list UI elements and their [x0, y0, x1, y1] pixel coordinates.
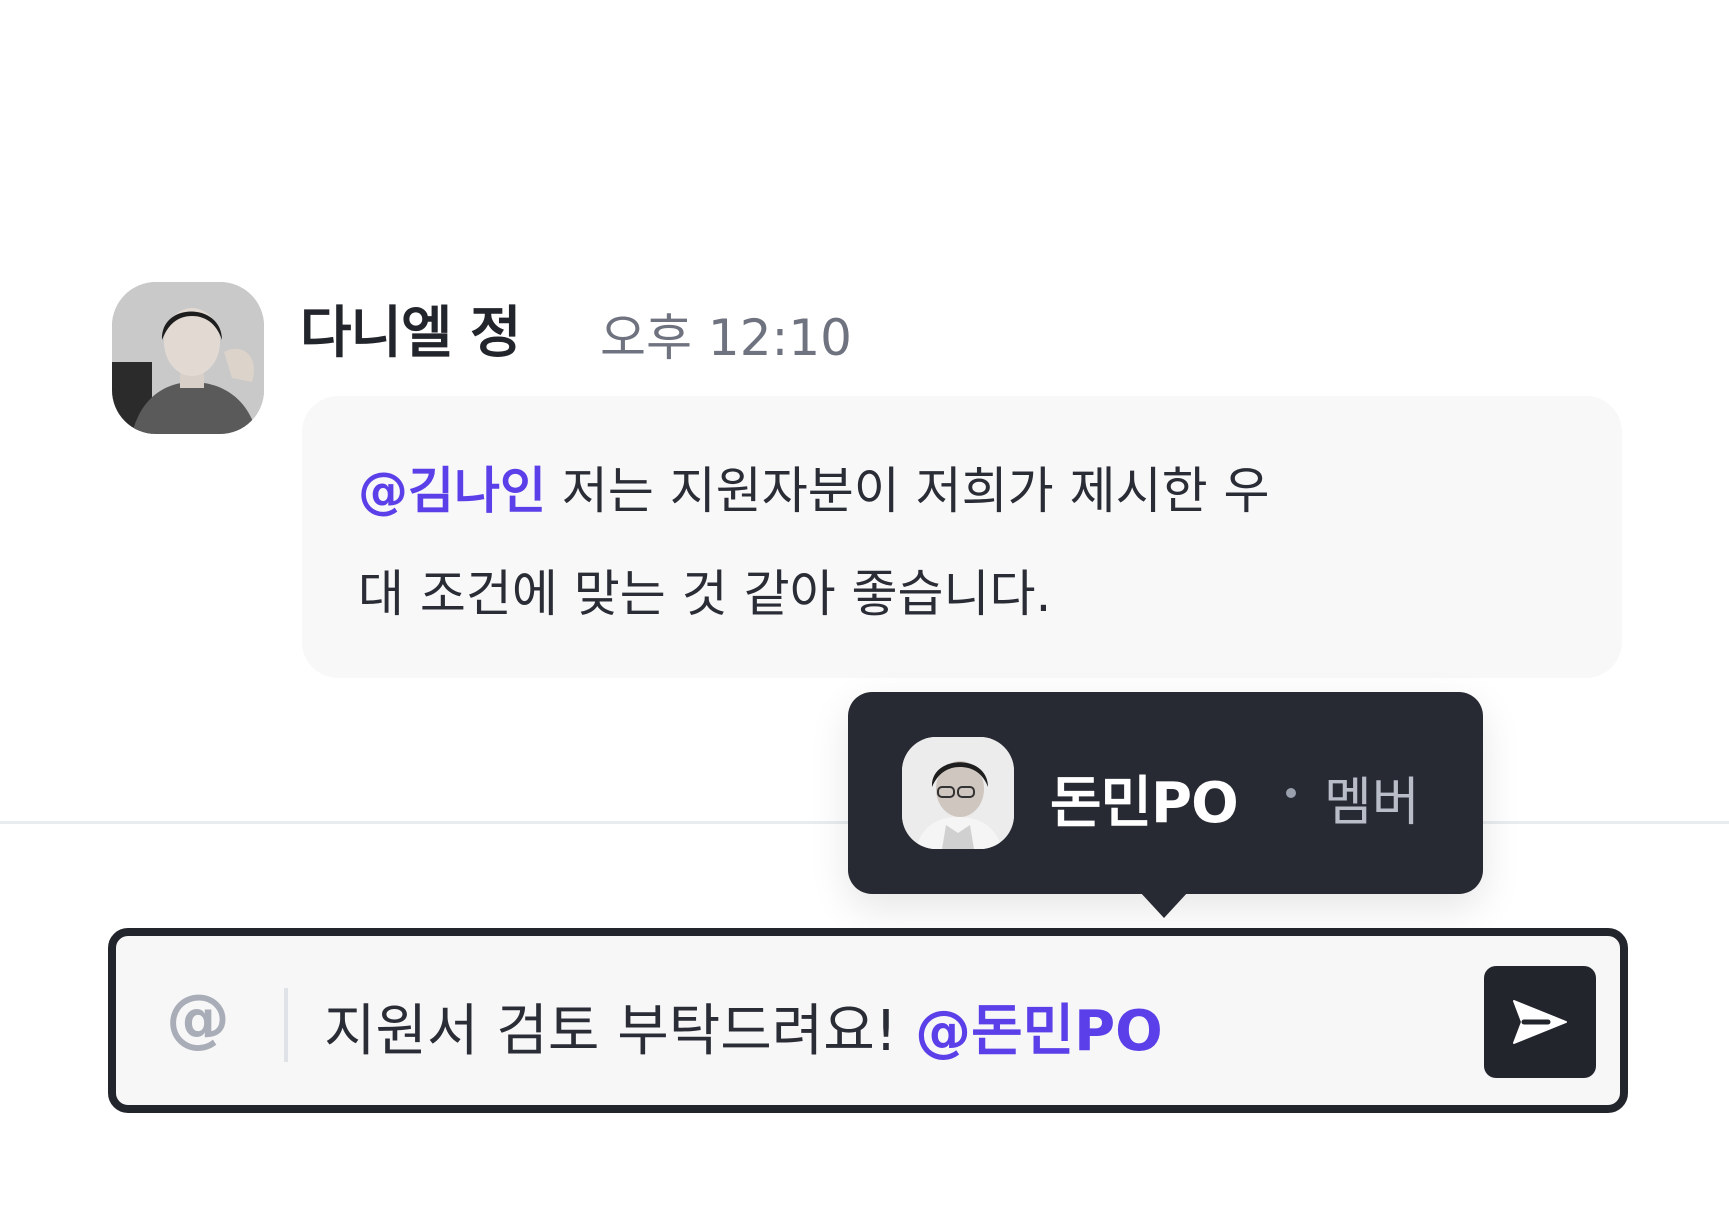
mention-popup[interactable]: 돈민PO 멤버	[848, 692, 1483, 894]
person-photo-icon	[112, 282, 264, 434]
message-mention[interactable]: @김나인	[358, 462, 546, 520]
popup-member-name: 돈민PO	[1050, 771, 1239, 836]
separator-dot	[1286, 788, 1296, 798]
message-bubble: @김나인 저는 지원자분이 저희가 제시한 우 대 조건에 맞는 것 같아 좋습…	[302, 396, 1622, 678]
input-text-body: 지원서 검토 부탁드려요!	[324, 999, 916, 1064]
message-timestamp: 오후 12:10	[600, 309, 852, 367]
message-text-line2: 대 조건에 맞는 것 같아 좋습니다.	[358, 565, 1052, 623]
message-text-line1: 저는 지원자분이 저희가 제시한 우	[546, 462, 1270, 520]
input-separator	[284, 988, 288, 1062]
sender-name: 다니엘 정	[300, 301, 522, 366]
popup-arrow	[1140, 892, 1188, 918]
send-arrow-icon	[1513, 1000, 1567, 1044]
message-input[interactable]: @ 지원서 검토 부탁드려요! @돈민PO	[108, 928, 1628, 1113]
chat-screen: 다니엘 정 오후 12:10 @김나인 저는 지원자분이 저희가 제시한 우 대…	[0, 0, 1729, 1217]
input-text[interactable]: 지원서 검토 부탁드려요! @돈민PO	[324, 986, 1163, 1067]
send-button[interactable]	[1484, 966, 1596, 1078]
popup-avatar	[902, 737, 1014, 849]
person-photo-icon	[902, 737, 1014, 849]
at-icon[interactable]: @	[166, 982, 230, 1056]
input-mention: @돈민PO	[915, 999, 1163, 1064]
sender-avatar[interactable]	[112, 282, 264, 434]
popup-member-role: 멤버	[1324, 773, 1420, 833]
